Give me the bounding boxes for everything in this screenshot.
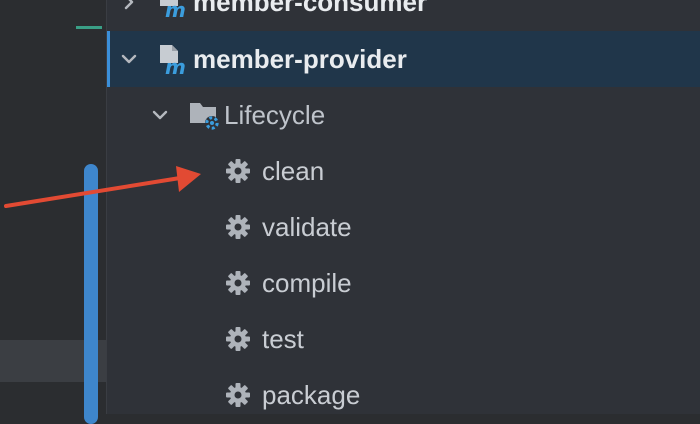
maven-tool-window: m member-consumer m member-provider Life… [106,0,700,414]
tree-item-lifecycle[interactable]: Lifecycle [107,87,700,143]
tree-item-label: member-provider [193,43,407,74]
gear-icon [224,269,252,297]
tree-item-member-provider[interactable]: m member-provider [107,31,700,87]
maven-module-icon: m [157,0,187,18]
maven-module-icon: m [157,43,187,75]
gear-icon [224,157,252,185]
tree-item-label: compile [262,267,352,298]
tree-item-label: validate [262,211,352,242]
tree-item-member-consumer[interactable]: m member-consumer [107,0,700,30]
tree-item-phase-package[interactable]: package [107,367,700,423]
svg-text:m: m [165,55,186,75]
tree-item-phase-compile[interactable]: compile [107,255,700,311]
chevron-right-icon[interactable] [115,0,143,16]
gear-icon [224,381,252,409]
tree-item-label: test [262,323,304,354]
gear-icon [224,213,252,241]
tree-item-label: Lifecycle [224,99,326,130]
lifecycle-folder-icon [188,99,222,131]
tree-item-label: package [262,379,361,410]
tree-item-label: clean [262,155,325,186]
svg-text:m: m [165,0,186,18]
change-marker [76,26,102,29]
tree-item-phase-clean[interactable]: clean [107,143,700,199]
tree-item-phase-validate[interactable]: validate [107,199,700,255]
editor-scrollbar[interactable] [84,164,98,424]
tree-item-label: member-consumer [193,0,428,17]
chevron-down-icon[interactable] [146,101,174,129]
tree-item-phase-test[interactable]: test [107,311,700,367]
chevron-down-icon[interactable] [115,45,143,73]
gear-icon [224,325,252,353]
